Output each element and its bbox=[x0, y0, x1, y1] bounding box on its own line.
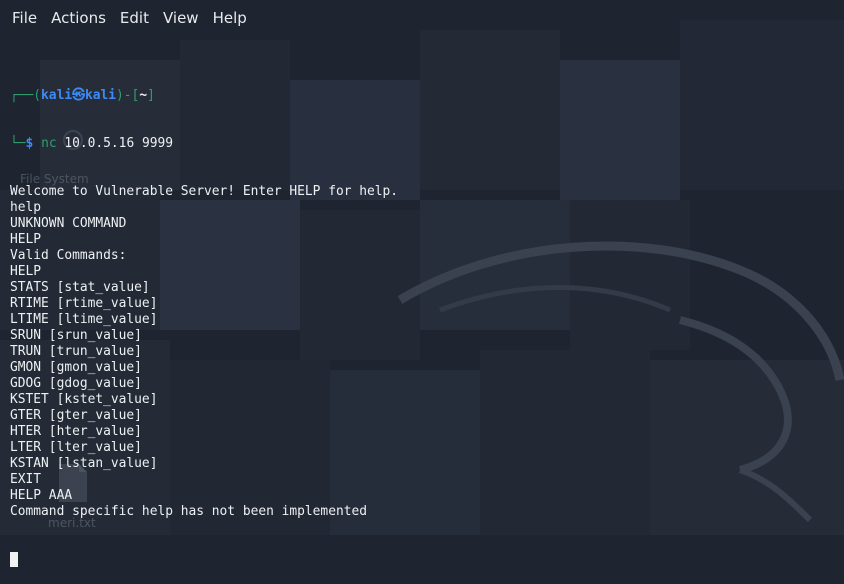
command-name: nc bbox=[41, 136, 57, 151]
cursor-line bbox=[10, 552, 398, 568]
output-line: GTER [gter_value] bbox=[10, 408, 142, 423]
output-line: Valid Commands: bbox=[10, 248, 127, 263]
menu-edit[interactable]: Edit bbox=[113, 0, 156, 36]
menu-file[interactable]: File bbox=[5, 0, 44, 36]
menu-actions[interactable]: Actions bbox=[44, 0, 113, 36]
menu-help[interactable]: Help bbox=[206, 0, 254, 36]
output-line: LTIME [ltime_value] bbox=[10, 312, 158, 327]
output-line: HELP bbox=[10, 264, 42, 279]
output-line: KSTAN [lstan_value] bbox=[10, 456, 158, 471]
output-line: HTER [hter_value] bbox=[10, 424, 142, 439]
prompt-line-1: ┌──(kali㉿kali)-[~] bbox=[10, 88, 155, 103]
command-args: 10.0.5.16 9999 bbox=[56, 136, 174, 151]
output-line: UNKNOWN COMMAND bbox=[10, 216, 127, 231]
prompt-line-2: └─$ nc 10.0.5.16 9999 bbox=[10, 136, 174, 151]
output-line: SRUN [srun_value] bbox=[10, 328, 142, 343]
output-line: GMON [gmon_value] bbox=[10, 360, 142, 375]
output-line: RTIME [rtime_value] bbox=[10, 296, 158, 311]
server-output: Welcome to Vulnerable Server! Enter HELP… bbox=[10, 184, 398, 520]
kali-dragon-icon bbox=[397, 241, 844, 523]
output-line: Welcome to Vulnerable Server! Enter HELP… bbox=[10, 184, 399, 199]
output-line: HELP AAA bbox=[10, 488, 73, 503]
output-line: HELP bbox=[10, 232, 42, 247]
menu-view[interactable]: View bbox=[156, 0, 206, 36]
menu-bar: File Actions Edit View Help bbox=[0, 0, 844, 36]
output-line: EXIT bbox=[10, 472, 42, 487]
output-line: TRUN [trun_value] bbox=[10, 344, 142, 359]
terminal-output[interactable]: ┌──(kali㉿kali)-[~] └─$ nc 10.0.5.16 9999… bbox=[10, 56, 398, 584]
output-line: LTER [lter_value] bbox=[10, 440, 142, 455]
output-line: STATS [stat_value] bbox=[10, 280, 150, 295]
terminal-cursor bbox=[10, 552, 18, 567]
output-line: help bbox=[10, 200, 42, 215]
output-line: KSTET [kstet_value] bbox=[10, 392, 158, 407]
output-line: GDOG [gdog_value] bbox=[10, 376, 142, 391]
output-line: Command specific help has not been imple… bbox=[10, 504, 367, 519]
